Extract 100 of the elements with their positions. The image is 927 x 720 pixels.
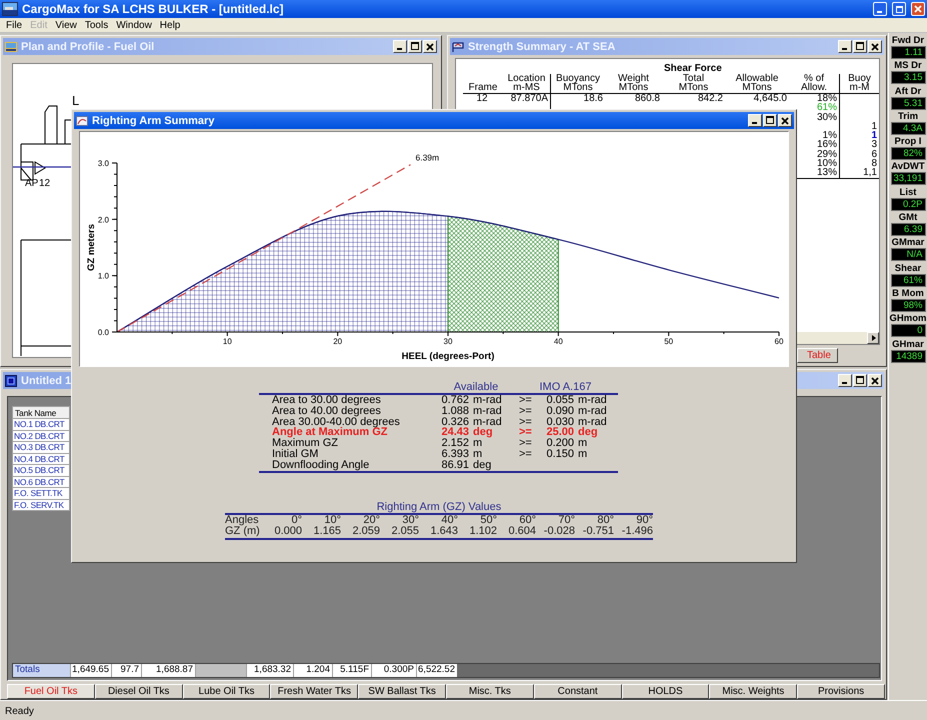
tick-label: 50 (664, 337, 674, 346)
tab[interactable]: Diesel Oil Tks (94, 684, 183, 699)
table-cell: 860.8 (634, 93, 660, 104)
tab[interactable]: Constant (534, 684, 622, 699)
tank-name[interactable]: NO.1 DB.CRT (12, 419, 70, 430)
tab[interactable]: HOLDS (622, 684, 710, 699)
readout-value: 4.3A (890, 122, 926, 135)
criterion-label: Initial GM (271, 448, 320, 460)
table-cell: 29% (816, 148, 837, 160)
readout-value: 61% (890, 274, 926, 287)
readout-value: 14389 (890, 350, 926, 363)
readout-label: Aft Dr (894, 86, 922, 97)
tab[interactable]: SW Ballast Tks (358, 684, 446, 699)
drawing-label: 12 (39, 178, 50, 189)
tank-name[interactable]: NO.2 DB.CRT (12, 430, 70, 442)
column-header: Total MTons (678, 74, 708, 92)
readout-value: 82% (890, 147, 926, 160)
minimize-button[interactable] (748, 114, 762, 127)
menu-item[interactable]: View (51, 20, 81, 30)
minimize-button[interactable] (838, 374, 852, 387)
tank-name[interactable]: F.O. SERV.TK (12, 500, 70, 511)
horizontal-scrollbar[interactable] (797, 332, 879, 344)
table-cell-text: 0.000 (273, 526, 302, 537)
maximize-button[interactable] (853, 40, 867, 53)
tangent-label: 6.39m (415, 152, 440, 163)
column-group-header: Shear Force (664, 64, 722, 74)
readout-label: Trim (898, 110, 918, 122)
drawing-label: L (72, 94, 80, 107)
available-value: 24.43 (440, 427, 469, 438)
criterion-label: Downflooding Angle (271, 460, 370, 471)
minimize-button[interactable] (393, 40, 407, 53)
readout-value: 98% (890, 298, 926, 312)
maximize-button[interactable] (853, 374, 867, 387)
window-icon (452, 40, 464, 52)
tank-name[interactable]: NO.6 DB.CRT (12, 476, 70, 488)
table-title: Righting Arm (GZ) Values (376, 500, 502, 513)
table-cell: 6 (871, 148, 877, 160)
tick-label: 30 (444, 337, 452, 346)
readout-label: GMt (898, 212, 918, 224)
readout-label: GHmar (892, 338, 924, 350)
close-button[interactable] (868, 374, 882, 387)
required-value: 0.030 (545, 416, 574, 428)
maximize-button[interactable] (408, 40, 422, 53)
tab[interactable]: Misc. Weights (709, 684, 798, 699)
readout-label: MS Dr (894, 60, 922, 72)
readout-label: Prop I (894, 136, 922, 148)
tick-label: 40 (554, 337, 563, 346)
tank-name[interactable]: NO.3 DB.CRT (12, 442, 70, 454)
tank-name[interactable]: NO.4 DB.CRT (12, 454, 70, 465)
menu-item[interactable]: Window (112, 20, 156, 30)
menu-item[interactable]: Help (156, 20, 184, 30)
readout-label: GHmom (890, 313, 926, 324)
criterion-label: Area to 40.00 degrees (271, 406, 382, 417)
tick-label: 0.0 (98, 328, 109, 337)
column-header: 20° (362, 514, 380, 526)
column-header: 70° (557, 514, 575, 526)
tab[interactable]: Fuel Oil Tks (7, 684, 95, 699)
app-title: CargoMax for SA LCHS BULKER - [untitled.lc] (22, 2, 285, 16)
readout-label: Fwd Dr (892, 35, 924, 46)
table-cell: 16% (816, 139, 837, 150)
blank-cell (195, 664, 246, 677)
column-header: 60° (518, 514, 536, 526)
column-header: 40° (440, 514, 458, 526)
maximize-button[interactable] (763, 114, 777, 127)
tank-name[interactable]: NO.5 DB.CRT (12, 465, 70, 476)
window-title: Righting Arm Summary (92, 114, 214, 126)
menu-item[interactable]: File (2, 20, 26, 30)
restore-button[interactable] (892, 2, 906, 16)
tick-label: 10 (222, 337, 232, 346)
row-label: Angles (225, 514, 260, 526)
close-button[interactable] (868, 40, 882, 53)
tab[interactable]: Lube Oil Tks (182, 684, 270, 699)
window-title: Plan and Profile - Fuel Oil (21, 40, 154, 52)
table-cell: 18% (816, 93, 837, 104)
close-button[interactable] (778, 114, 792, 127)
operator-text: >= (518, 395, 533, 406)
table-cell: 1,649.65 (70, 664, 111, 677)
table-cell-text: 1.643 (429, 526, 458, 537)
close-button[interactable] (423, 40, 437, 53)
readout-value: 1.11 (890, 46, 926, 59)
unit-text: m-rad (577, 406, 608, 417)
menu-item[interactable]: Tools (80, 20, 112, 30)
tab[interactable]: Fresh Water Tks (270, 684, 358, 699)
criterion-label: Angle at Maximum GZ (271, 427, 388, 438)
operator-text: >= (518, 448, 533, 460)
column-header: 90° (635, 514, 653, 526)
readout-value: 0 (890, 324, 926, 338)
table-cell-text: 2.055 (390, 526, 419, 537)
scroll-right-button[interactable] (867, 332, 879, 344)
table-cell: 8 (871, 158, 877, 170)
operator-text: >= (518, 406, 533, 417)
column-header: 30° (401, 514, 419, 526)
tab[interactable]: Provisions (797, 684, 885, 699)
tank-name[interactable]: F.O. SETT.TK (12, 488, 70, 500)
minimize-button[interactable] (838, 40, 852, 53)
required-value: 0.055 (545, 395, 574, 406)
table-cell: 1.204 (293, 664, 332, 677)
available-value: 1.088 (440, 406, 469, 417)
tab[interactable]: Misc. Tks (446, 684, 534, 699)
axis-title: HEEL (degrees-Port) (402, 351, 494, 362)
